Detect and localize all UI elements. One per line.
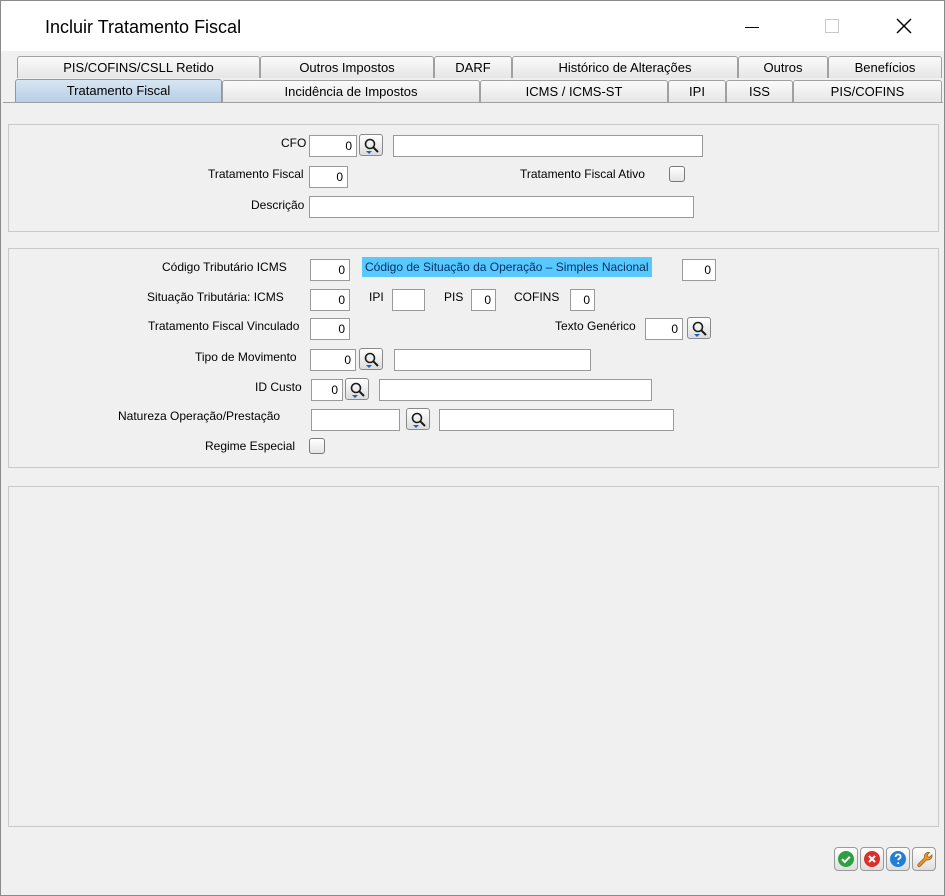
- window-title: Incluir Tratamento Fiscal: [45, 17, 242, 37]
- tax-codes-panel: Código Tributário ICMS 0 Código de Situa…: [8, 248, 939, 468]
- check-icon: [838, 851, 854, 867]
- tab-icms-icms-st[interactable]: ICMS / ICMS-ST: [480, 80, 668, 102]
- tab-pis-cofins[interactable]: PIS/COFINS: [793, 80, 942, 102]
- regime-especial-checkbox[interactable]: [309, 438, 325, 454]
- cofins-input[interactable]: 0: [570, 289, 595, 311]
- maximize-icon: [825, 19, 839, 33]
- descricao-input[interactable]: [309, 196, 694, 218]
- close-icon: [896, 18, 912, 34]
- tab-outros-impostos[interactable]: Outros Impostos: [260, 56, 434, 78]
- situacao-tributaria-icms-input[interactable]: 0: [310, 289, 350, 311]
- tratamento-fiscal-label: Tratamento Fiscal: [208, 167, 304, 181]
- cofins-label: COFINS: [514, 290, 560, 304]
- tab-incidencia-impostos[interactable]: Incidência de Impostos: [222, 80, 480, 102]
- tipo-movimento-description-field[interactable]: [394, 349, 591, 371]
- cfo-description-field[interactable]: [393, 135, 703, 157]
- tab-historico-alteracoes[interactable]: Histórico de Alterações: [512, 56, 738, 78]
- tools-button[interactable]: [912, 847, 936, 871]
- search-icon: [364, 138, 379, 154]
- tipo-movimento-label: Tipo de Movimento: [195, 350, 297, 364]
- confirm-button[interactable]: [834, 847, 858, 871]
- cfo-input[interactable]: 0: [309, 135, 357, 157]
- texto-generico-label: Texto Genérico: [555, 319, 636, 333]
- csosn-label: Código de Situação da Operação – Simples…: [362, 257, 652, 277]
- search-icon: [350, 382, 365, 398]
- natureza-operacao-lookup-button[interactable]: [406, 408, 430, 430]
- natureza-operacao-description-field[interactable]: [439, 409, 674, 431]
- pis-input[interactable]: 0: [471, 289, 496, 311]
- close-button[interactable]: [881, 11, 927, 43]
- id-custo-description-field[interactable]: [379, 379, 652, 401]
- ipi-label: IPI: [369, 290, 384, 304]
- regime-especial-label: Regime Especial: [205, 439, 296, 453]
- minimize-icon: [745, 27, 759, 28]
- cancel-icon: [864, 851, 880, 867]
- tipo-movimento-input[interactable]: 0: [310, 349, 356, 371]
- codigo-tributario-icms-label: Código Tributário ICMS: [162, 260, 287, 274]
- title-bar: Incluir Tratamento Fiscal: [1, 1, 944, 51]
- tratamento-fiscal-ativo-checkbox[interactable]: [669, 166, 685, 182]
- codigo-tributario-icms-input[interactable]: 0: [310, 259, 350, 281]
- tipo-movimento-lookup-button[interactable]: [359, 348, 383, 370]
- tratamento-fiscal-vinculado-input[interactable]: 0: [310, 318, 350, 340]
- id-custo-label: ID Custo: [255, 380, 302, 394]
- minimize-button[interactable]: [727, 11, 773, 43]
- maximize-button: [808, 11, 854, 43]
- help-button[interactable]: [886, 847, 910, 871]
- texto-generico-input[interactable]: 0: [645, 318, 683, 340]
- search-icon: [692, 321, 707, 337]
- tab-beneficios[interactable]: Benefícios: [828, 56, 942, 78]
- empty-panel: [8, 486, 939, 827]
- tab-tratamento-fiscal[interactable]: Tratamento Fiscal: [15, 79, 222, 103]
- wrench-icon: [917, 851, 933, 867]
- tab-panel: CFO 0 Tratamento Fiscal 0 Tratamento Fis…: [3, 103, 943, 895]
- id-custo-lookup-button[interactable]: [345, 378, 369, 400]
- help-icon: [890, 851, 906, 867]
- tratamento-fiscal-input[interactable]: 0: [309, 166, 348, 188]
- csosn-input[interactable]: 0: [682, 259, 716, 281]
- descricao-label: Descrição: [251, 198, 305, 212]
- tratamento-fiscal-ativo-label: Tratamento Fiscal Ativo: [520, 167, 645, 181]
- identification-panel: CFO 0 Tratamento Fiscal 0 Tratamento Fis…: [8, 124, 939, 232]
- tab-darf[interactable]: DARF: [434, 56, 512, 78]
- search-icon: [411, 412, 426, 428]
- natureza-operacao-input[interactable]: [311, 409, 400, 431]
- search-icon: [364, 352, 379, 368]
- tab-ipi[interactable]: IPI: [668, 80, 726, 102]
- tratamento-fiscal-vinculado-label: Tratamento Fiscal Vinculado: [148, 319, 300, 333]
- cancel-button[interactable]: [860, 847, 884, 871]
- tab-iss[interactable]: ISS: [726, 80, 793, 102]
- texto-generico-lookup-button[interactable]: [687, 317, 711, 339]
- cfo-lookup-button[interactable]: [359, 134, 383, 156]
- situacao-tributaria-icms-label: Situação Tributária: ICMS: [147, 290, 284, 304]
- id-custo-input[interactable]: 0: [311, 379, 343, 401]
- natureza-operacao-label: Natureza Operação/Prestação: [118, 409, 281, 423]
- tab-pis-cofins-csll-retido[interactable]: PIS/COFINS/CSLL Retido: [17, 56, 260, 78]
- dialog-window: Incluir Tratamento Fiscal PIS/COFINS/CSL…: [0, 0, 945, 896]
- ipi-input[interactable]: [392, 289, 425, 311]
- tab-outros[interactable]: Outros: [738, 56, 828, 78]
- pis-label: PIS: [444, 290, 464, 304]
- cfo-label: CFO: [281, 136, 307, 150]
